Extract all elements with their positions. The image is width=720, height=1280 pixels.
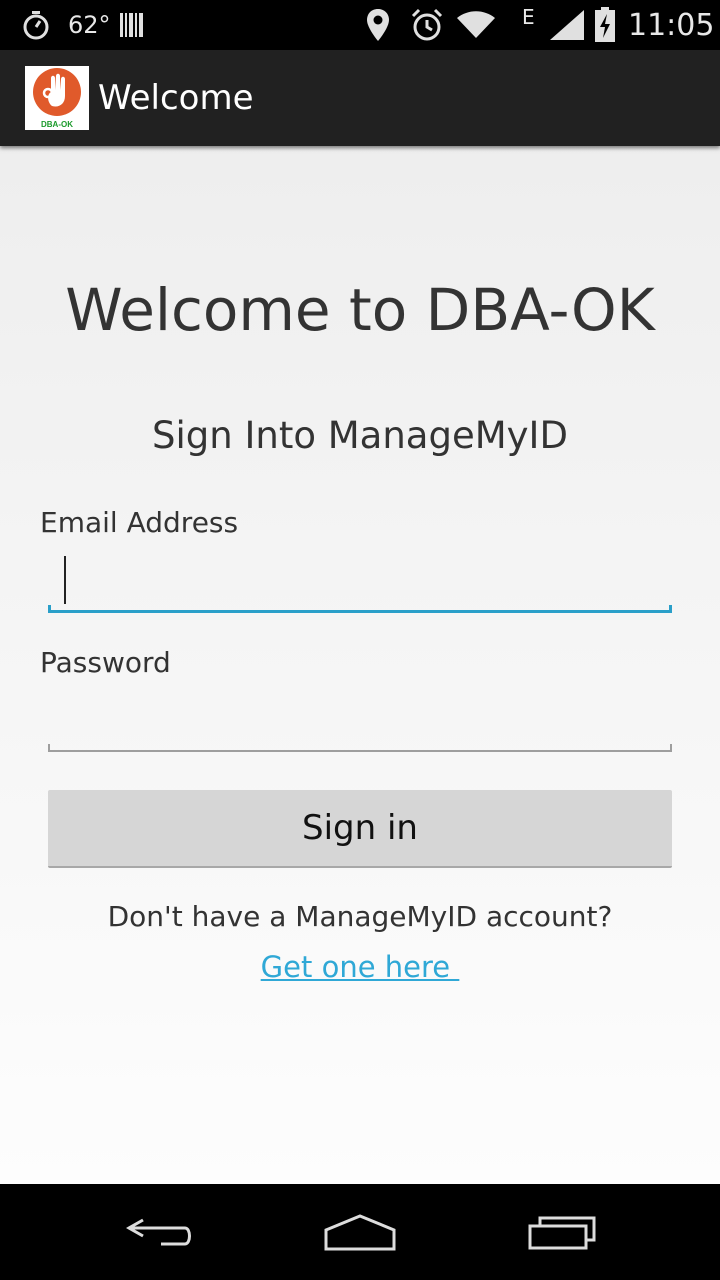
back-icon[interactable] <box>90 1184 230 1280</box>
status-bar: 62° E 11:05 <box>0 0 720 50</box>
temperature-text: 62° <box>68 11 111 39</box>
action-bar: DBA-OK Welcome <box>0 50 720 146</box>
email-field[interactable] <box>48 552 672 612</box>
get-account-link[interactable]: Get one here <box>261 950 460 984</box>
password-field[interactable] <box>48 692 672 752</box>
barcode-icon <box>118 0 146 50</box>
navigation-bar <box>0 1184 720 1280</box>
recent-apps-icon[interactable] <box>492 1184 632 1280</box>
home-icon[interactable] <box>290 1184 430 1280</box>
email-field-underline <box>48 605 672 613</box>
clock-text: 11:05 <box>628 7 715 43</box>
wifi-icon <box>456 0 496 50</box>
network-type-text: E <box>522 5 535 29</box>
sign-in-subtitle: Sign Into ManageMyID <box>152 414 568 457</box>
location-icon <box>366 0 390 50</box>
app-title: Welcome <box>98 78 254 118</box>
logo-text: DBA-OK <box>41 120 73 129</box>
alarm-icon <box>410 0 444 50</box>
password-label: Password <box>40 646 171 679</box>
no-account-text: Don't have a ManageMyID account? <box>107 900 613 933</box>
stopwatch-icon <box>22 0 50 50</box>
battery-charging-icon <box>594 0 616 50</box>
sign-in-button[interactable]: Sign in <box>48 790 672 868</box>
page-title: Welcome to DBA-OK <box>65 276 655 344</box>
login-content: Welcome to DBA-OK Sign Into ManageMyID E… <box>0 146 720 1184</box>
email-label: Email Address <box>40 506 239 539</box>
app-logo[interactable]: DBA-OK <box>25 66 89 130</box>
signal-icon <box>548 0 586 50</box>
password-field-underline <box>48 744 672 752</box>
text-cursor <box>64 556 66 604</box>
